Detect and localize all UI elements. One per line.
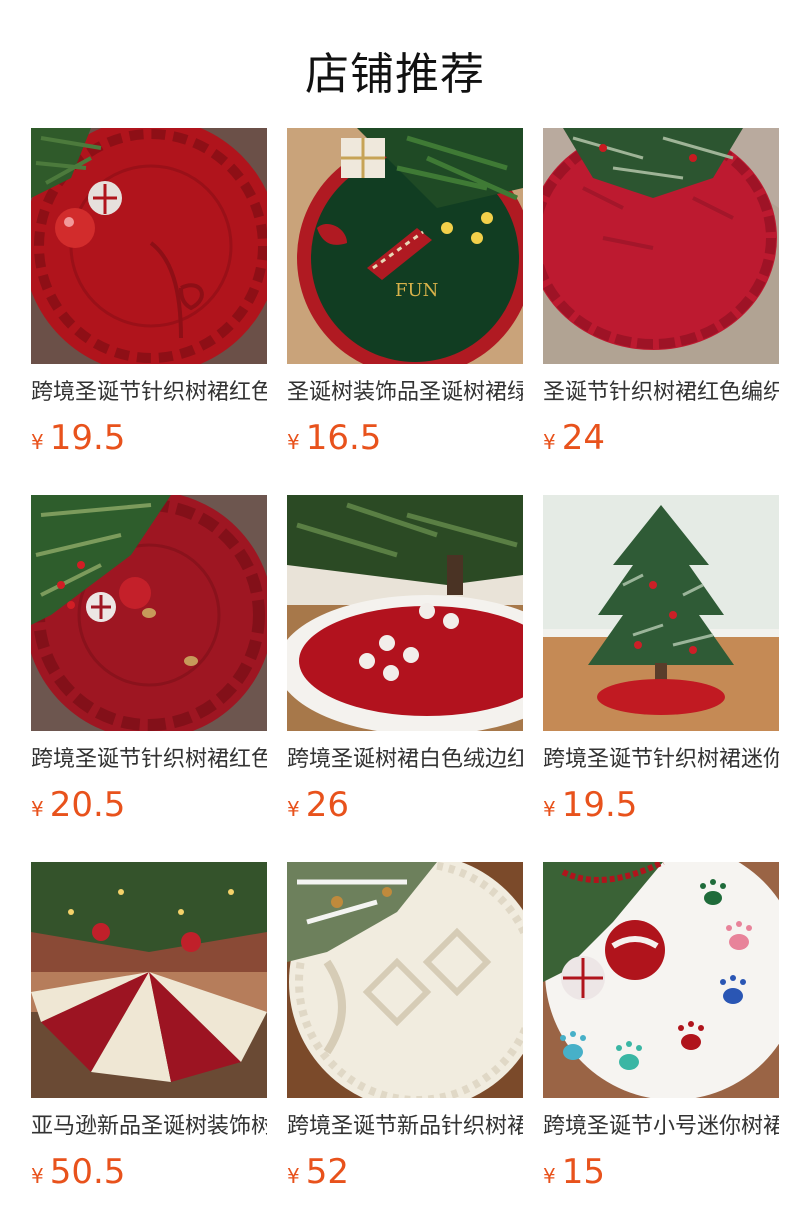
product-price: 26 xyxy=(305,785,349,825)
product-image[interactable] xyxy=(287,495,523,731)
price-row: ¥19.5 xyxy=(543,785,779,825)
product-card[interactable]: 跨境圣诞节针织树裙红色编织 ¥19.5 xyxy=(31,128,267,495)
price-row: ¥20.5 xyxy=(31,785,267,825)
product-image[interactable] xyxy=(31,128,267,364)
product-image[interactable] xyxy=(31,862,267,1098)
product-price: 19.5 xyxy=(49,418,126,458)
price-row: ¥26 xyxy=(287,785,523,825)
product-name: 跨境圣诞节针织树裙红色纽扣 xyxy=(31,747,267,772)
product-card[interactable]: FUN 圣诞树装饰品圣诞树裙绿色 ¥16.5 xyxy=(287,128,523,495)
product-card[interactable]: 跨境圣诞节新品针织树裙白色 ¥52 xyxy=(287,862,523,1229)
price-row: ¥24 xyxy=(543,418,779,458)
product-price: 52 xyxy=(305,1152,349,1192)
currency-symbol: ¥ xyxy=(287,1164,300,1188)
product-name: 圣诞节针织树裙红色编织款 xyxy=(543,380,779,405)
product-image[interactable] xyxy=(543,128,779,364)
price-row: ¥16.5 xyxy=(287,418,523,458)
product-image[interactable] xyxy=(31,495,267,731)
product-card[interactable]: 跨境圣诞节针织树裙红色纽扣 ¥20.5 xyxy=(31,495,267,862)
currency-symbol: ¥ xyxy=(31,797,44,821)
product-name: 亚马逊新品圣诞树装饰树裙 xyxy=(31,1114,267,1139)
product-price: 50.5 xyxy=(49,1152,126,1192)
red-knit-tree-skirt-image xyxy=(31,128,267,364)
price-row: ¥15 xyxy=(543,1152,779,1192)
product-image[interactable] xyxy=(543,495,779,731)
product-image[interactable] xyxy=(543,862,779,1098)
product-price: 19.5 xyxy=(561,785,638,825)
product-name: 跨境圣诞节针织树裙迷你 xyxy=(543,747,779,772)
red-cream-striped-tree-skirt-image xyxy=(31,862,267,1098)
white-cable-knit-tree-skirt-image xyxy=(287,862,523,1098)
product-card[interactable]: 亚马逊新品圣诞树装饰树裙 ¥50.5 xyxy=(31,862,267,1229)
product-card[interactable]: 跨境圣诞节小号迷你树裙爪印 ¥15 xyxy=(543,862,779,1229)
currency-symbol: ¥ xyxy=(543,430,556,454)
currency-symbol: ¥ xyxy=(287,797,300,821)
product-name: 跨境圣诞节小号迷你树裙爪印 xyxy=(543,1114,779,1139)
price-row: ¥50.5 xyxy=(31,1152,267,1192)
product-card[interactable]: 跨境圣诞节针织树裙迷你 ¥19.5 xyxy=(543,495,779,862)
product-name: 跨境圣诞树裙白色绒边红色 xyxy=(287,747,523,772)
product-price: 16.5 xyxy=(305,418,382,458)
product-name: 跨境圣诞节针织树裙红色编织 xyxy=(31,380,267,405)
currency-symbol: ¥ xyxy=(543,797,556,821)
price-row: ¥19.5 xyxy=(31,418,267,458)
price-row: ¥52 xyxy=(287,1152,523,1192)
product-image[interactable]: FUN xyxy=(287,128,523,364)
product-name: 跨境圣诞节新品针织树裙白色 xyxy=(287,1114,523,1139)
red-white-plush-tree-skirt-image xyxy=(287,495,523,731)
red-cable-knit-tree-skirt-image xyxy=(543,128,779,364)
section-title: 店铺推荐 xyxy=(305,49,485,100)
product-price: 24 xyxy=(561,418,605,458)
product-card[interactable]: 圣诞节针织树裙红色编织款 ¥24 xyxy=(543,128,779,495)
svg-text:FUN: FUN xyxy=(395,280,438,301)
red-knit-tree-skirt-buttons-image xyxy=(31,495,267,731)
product-image[interactable] xyxy=(287,862,523,1098)
currency-symbol: ¥ xyxy=(31,1164,44,1188)
product-card[interactable]: 跨境圣诞树裙白色绒边红色 ¥26 xyxy=(287,495,523,862)
product-name: 圣诞树装饰品圣诞树裙绿色 xyxy=(287,380,523,405)
product-price: 20.5 xyxy=(49,785,126,825)
currency-symbol: ¥ xyxy=(543,1164,556,1188)
mini-tree-red-skirt-image xyxy=(543,495,779,731)
currency-symbol: ¥ xyxy=(287,430,300,454)
recommend-page: 店铺推荐 跨境圣诞节针织树裙红色 ¥ 19.5 FUN 圣诞树装饰品圣诞树裙绿 … xyxy=(0,0,790,1230)
product-price: 15 xyxy=(561,1152,605,1192)
currency-symbol: ¥ xyxy=(31,430,44,454)
white-paw-print-tree-skirt-image xyxy=(543,862,779,1098)
green-elf-tree-skirt-image: FUN xyxy=(287,128,523,364)
product-grid: 跨境圣诞节针织树裙红色编织 ¥19.5 xyxy=(31,128,779,1229)
